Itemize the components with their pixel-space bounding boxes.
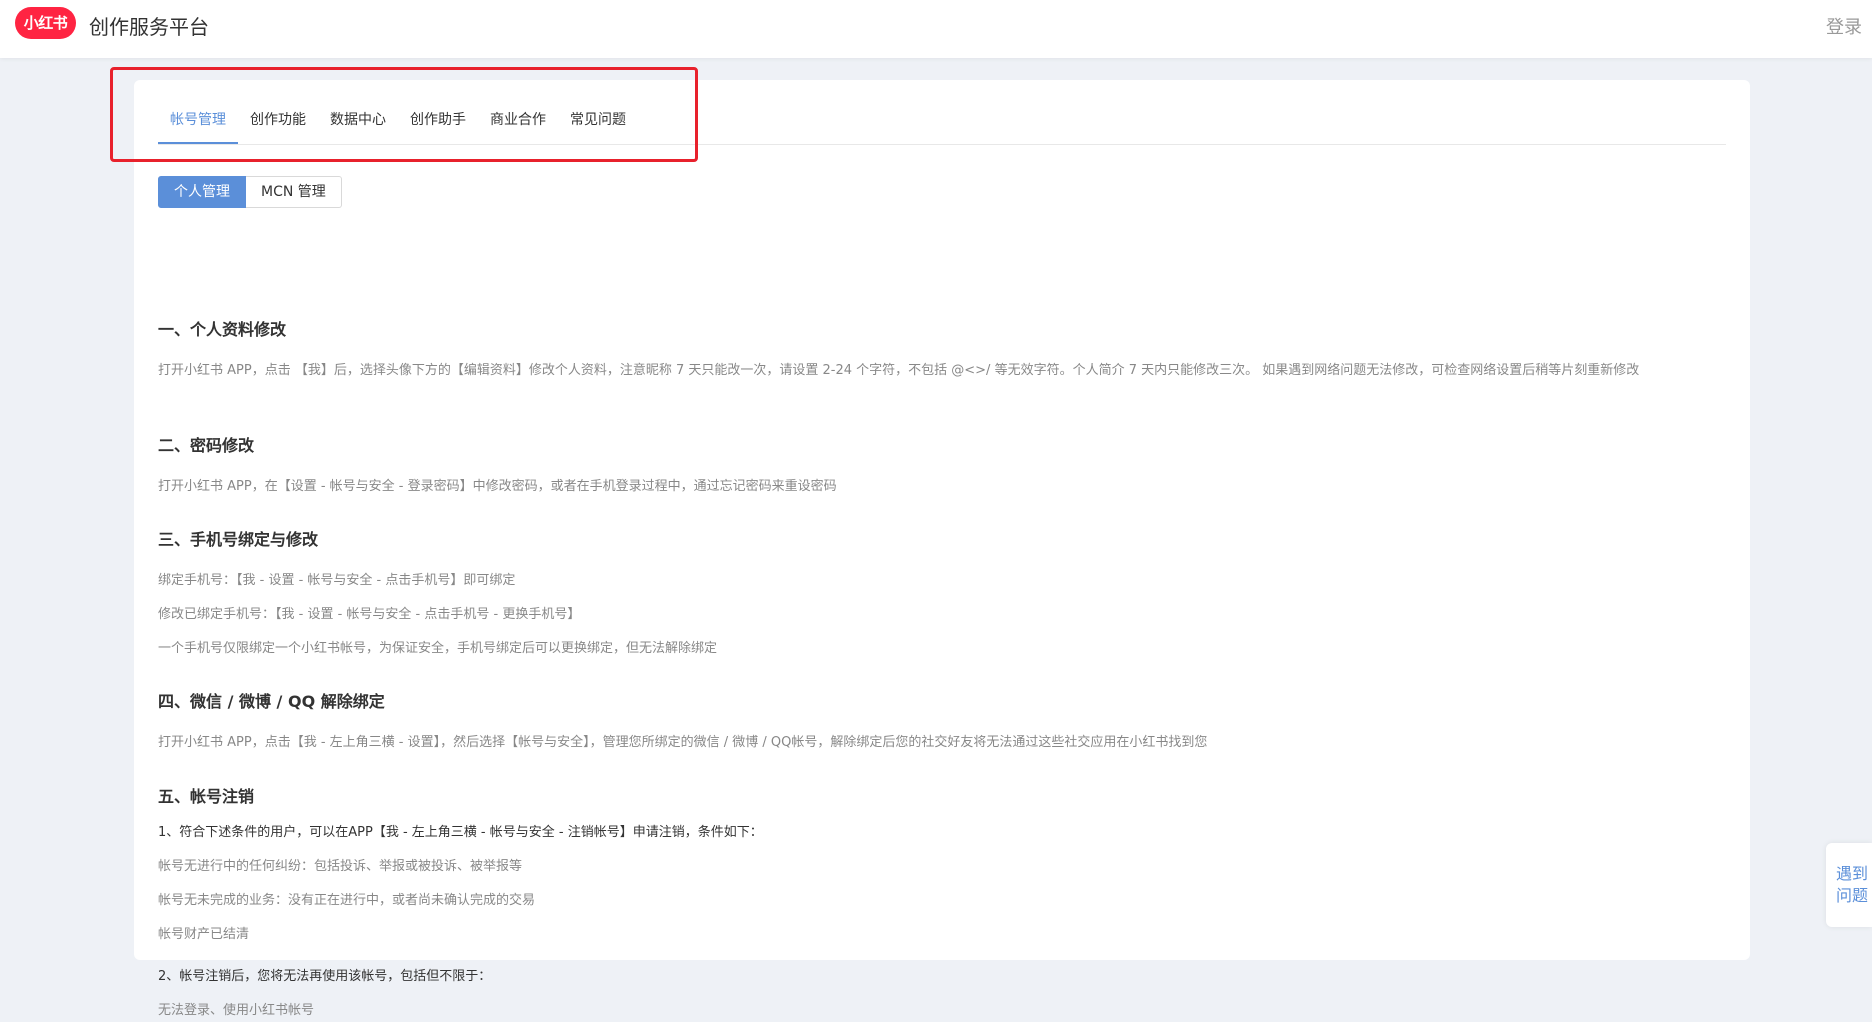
top-bar: 小红书 创作服务平台 登录 bbox=[0, 0, 1872, 58]
tab-business-cooperation[interactable]: 商业合作 bbox=[478, 102, 558, 144]
help-float-line: 问题 bbox=[1836, 886, 1869, 905]
section-text-strong: 2、帐号注销后，您将无法再使用该帐号，包括但不限于： bbox=[158, 969, 492, 984]
tab-creation-features[interactable]: 创作功能 bbox=[238, 102, 318, 144]
section-text: 修改已绑定手机号：【我 - 设置 - 帐号与安全 - 点击手机号 - 更换手机号… bbox=[158, 607, 581, 622]
section-text: 一个手机号仅限绑定一个小红书帐号，为保证安全，手机号绑定后可以更换绑定，但无法解… bbox=[158, 641, 718, 656]
tab-faq[interactable]: 常见问题 bbox=[558, 102, 638, 144]
section-text: 帐号无进行中的任何纠纷：包括投诉、举报或被投诉、被举报等 bbox=[158, 859, 523, 874]
section-text: 打开小红书 APP，点击 【我】后，选择头像下方的【编辑资料】修改个人资料，注意… bbox=[158, 363, 1640, 378]
section-title-profile: 一、个人资料修改 bbox=[158, 320, 287, 339]
tab-data-center[interactable]: 数据中心 bbox=[318, 102, 398, 144]
xiaohongshu-logo[interactable]: 小红书 bbox=[15, 7, 76, 39]
login-link[interactable]: 登录 bbox=[1826, 13, 1862, 39]
section-text-strong: 1、符合下述条件的用户，可以在APP【我 - 左上角三横 - 帐号与安全 - 注… bbox=[158, 825, 763, 840]
tab-account-management[interactable]: 帐号管理 bbox=[158, 102, 238, 144]
app-title: 创作服务平台 bbox=[89, 15, 209, 39]
help-float-line: 遇到 bbox=[1836, 864, 1869, 883]
help-float-button[interactable]: 遇到 问题 bbox=[1826, 843, 1872, 927]
section-title-password: 二、密码修改 bbox=[158, 436, 255, 455]
section-title-deactivate: 五、帐号注销 bbox=[158, 787, 255, 806]
section-text: 无法登录、使用小红书帐号 bbox=[158, 1003, 315, 1018]
section-title-phone: 三、手机号绑定与修改 bbox=[158, 530, 319, 549]
section-text: 绑定手机号：【我 - 设置 - 帐号与安全 - 点击手机号】即可绑定 bbox=[158, 573, 516, 588]
main-tabs: 帐号管理 创作功能 数据中心 创作助手 商业合作 常见问题 bbox=[158, 102, 1726, 145]
section-text: 帐号财产已结清 bbox=[158, 927, 250, 942]
section-text: 打开小红书 APP，在【设置 - 帐号与安全 - 登录密码】中修改密码，或者在手… bbox=[158, 479, 837, 494]
section-title-unbind: 四、微信 / 微博 / QQ 解除绑定 bbox=[158, 692, 385, 711]
tab-creation-assistant[interactable]: 创作助手 bbox=[398, 102, 478, 144]
section-text: 帐号无未完成的业务：没有正在进行中，或者尚未确认完成的交易 bbox=[158, 893, 536, 908]
content-card: 帐号管理 创作功能 数据中心 创作助手 商业合作 常见问题 个人管理 MCN 管… bbox=[134, 80, 1750, 1018]
subtab-personal-management[interactable]: 个人管理 bbox=[158, 176, 246, 208]
section-text: 打开小红书 APP，点击【我 - 左上角三横 - 设置】，然后选择【帐号与安全】… bbox=[158, 735, 1208, 750]
sub-tabs: 个人管理 MCN 管理 bbox=[158, 176, 342, 208]
subtab-mcn-management[interactable]: MCN 管理 bbox=[246, 176, 342, 208]
